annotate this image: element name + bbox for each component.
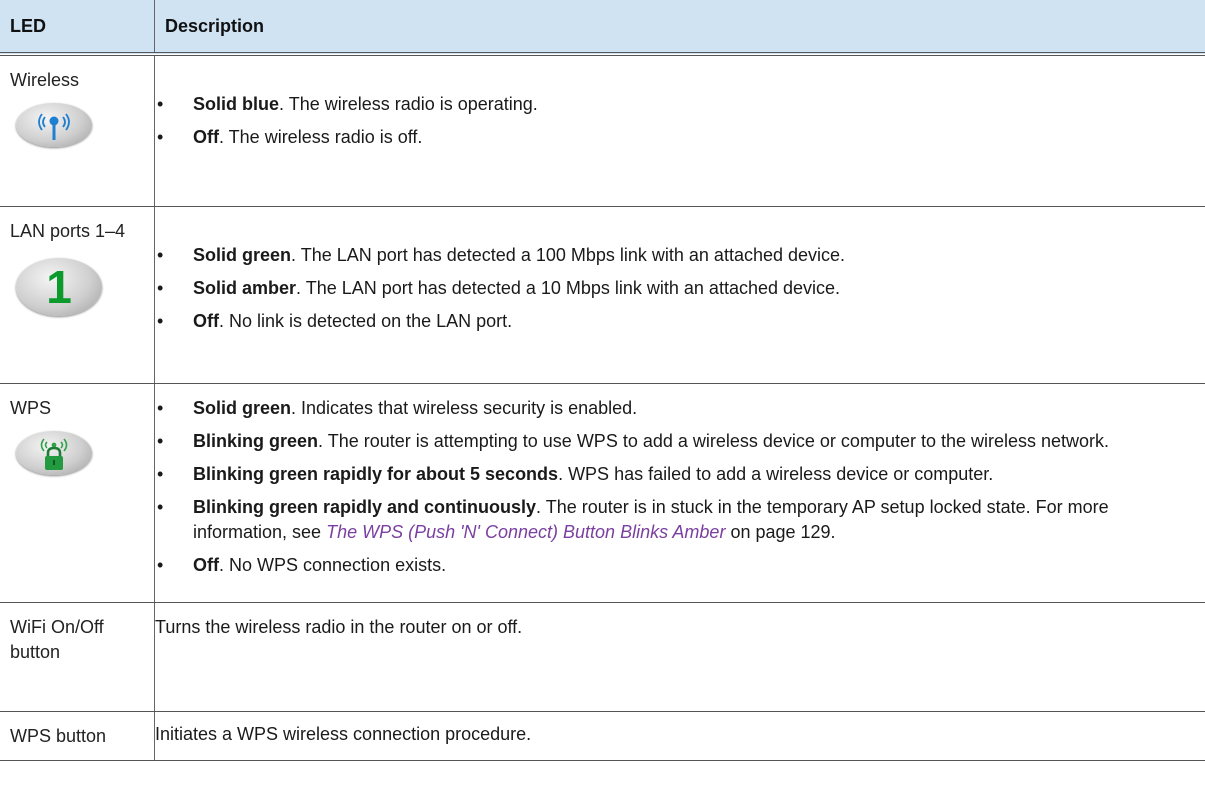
lan-port-1-icon: 1 <box>16 258 102 316</box>
list-item: • Solid green. The LAN port has detected … <box>157 245 846 265</box>
table-row: WPS button Initiates a WPS wireless conn… <box>0 711 1205 761</box>
led-name: Wireless <box>10 70 80 90</box>
description-cell: Initiates a WPS wireless connection proc… <box>154 711 1205 761</box>
description-list: • Solid green. The LAN port has detected … <box>155 243 1205 334</box>
table-row: WiFi On/Off button Turns the wireless ra… <box>0 602 1205 712</box>
table-row: LAN ports 1–4 1 • Solid green. The LAN po… <box>0 206 1205 384</box>
list-item: • Solid green. Indicates that wireless se… <box>157 398 638 418</box>
led-name: LAN ports 1–4 <box>10 221 126 241</box>
description-cell: • Solid green. Indicates that wireless se… <box>154 383 1205 603</box>
description-cell: • Solid blue. The wireless radio is opera… <box>154 54 1205 207</box>
list-item: • Blinking green rapidly and continuously… <box>157 497 1109 542</box>
header-description: Description <box>154 0 1205 56</box>
list-item: • Off. The wireless radio is off. <box>157 127 423 147</box>
led-name-cell: WPS <box>0 383 155 603</box>
lan-port-number: 1 <box>46 261 72 313</box>
led-name: WPS <box>10 398 52 418</box>
list-item: • Off. No link is detected on the LAN por… <box>157 311 513 331</box>
led-name-cell: WPS button <box>0 711 155 761</box>
header-led: LED <box>0 0 155 56</box>
list-item: • Blinking green rapidly for about 5 seco… <box>157 464 994 484</box>
description-cell: Turns the wireless radio in the router o… <box>154 602 1205 712</box>
list-item: • Off. No WPS connection exists. <box>157 555 447 575</box>
list-item: • Solid amber. The LAN port has detected … <box>157 278 841 298</box>
description-list: • Solid green. Indicates that wireless se… <box>155 396 1205 578</box>
cross-reference-link[interactable]: The WPS (Push 'N' Connect) Button Blinks… <box>326 522 725 542</box>
table-row: Wireless • Solid blue. The wireless radio… <box>0 54 1205 207</box>
led-name-cell: LAN ports 1–4 1 <box>0 206 155 384</box>
list-item: • Solid blue. The wireless radio is opera… <box>157 94 538 114</box>
led-description-table: LED Description Wireless • Solid blue. T… <box>0 0 1205 761</box>
list-item: • Blinking green. The router is attemptin… <box>157 431 1110 451</box>
led-name: WPS button <box>10 726 107 746</box>
table-header-row: LED Description <box>0 0 1205 56</box>
table-row: WPS • Solid green. Indicates that wirele… <box>0 383 1205 603</box>
led-name-cell: Wireless <box>0 54 155 207</box>
description-list: • Solid blue. The wireless radio is opera… <box>155 92 1205 150</box>
description-cell: • Solid green. The LAN port has detected … <box>154 206 1205 384</box>
led-name-cell: WiFi On/Off button <box>0 602 155 712</box>
wps-lock-icon <box>16 431 92 475</box>
led-name: WiFi On/Off button <box>10 617 104 662</box>
wireless-led-icon <box>16 103 92 147</box>
